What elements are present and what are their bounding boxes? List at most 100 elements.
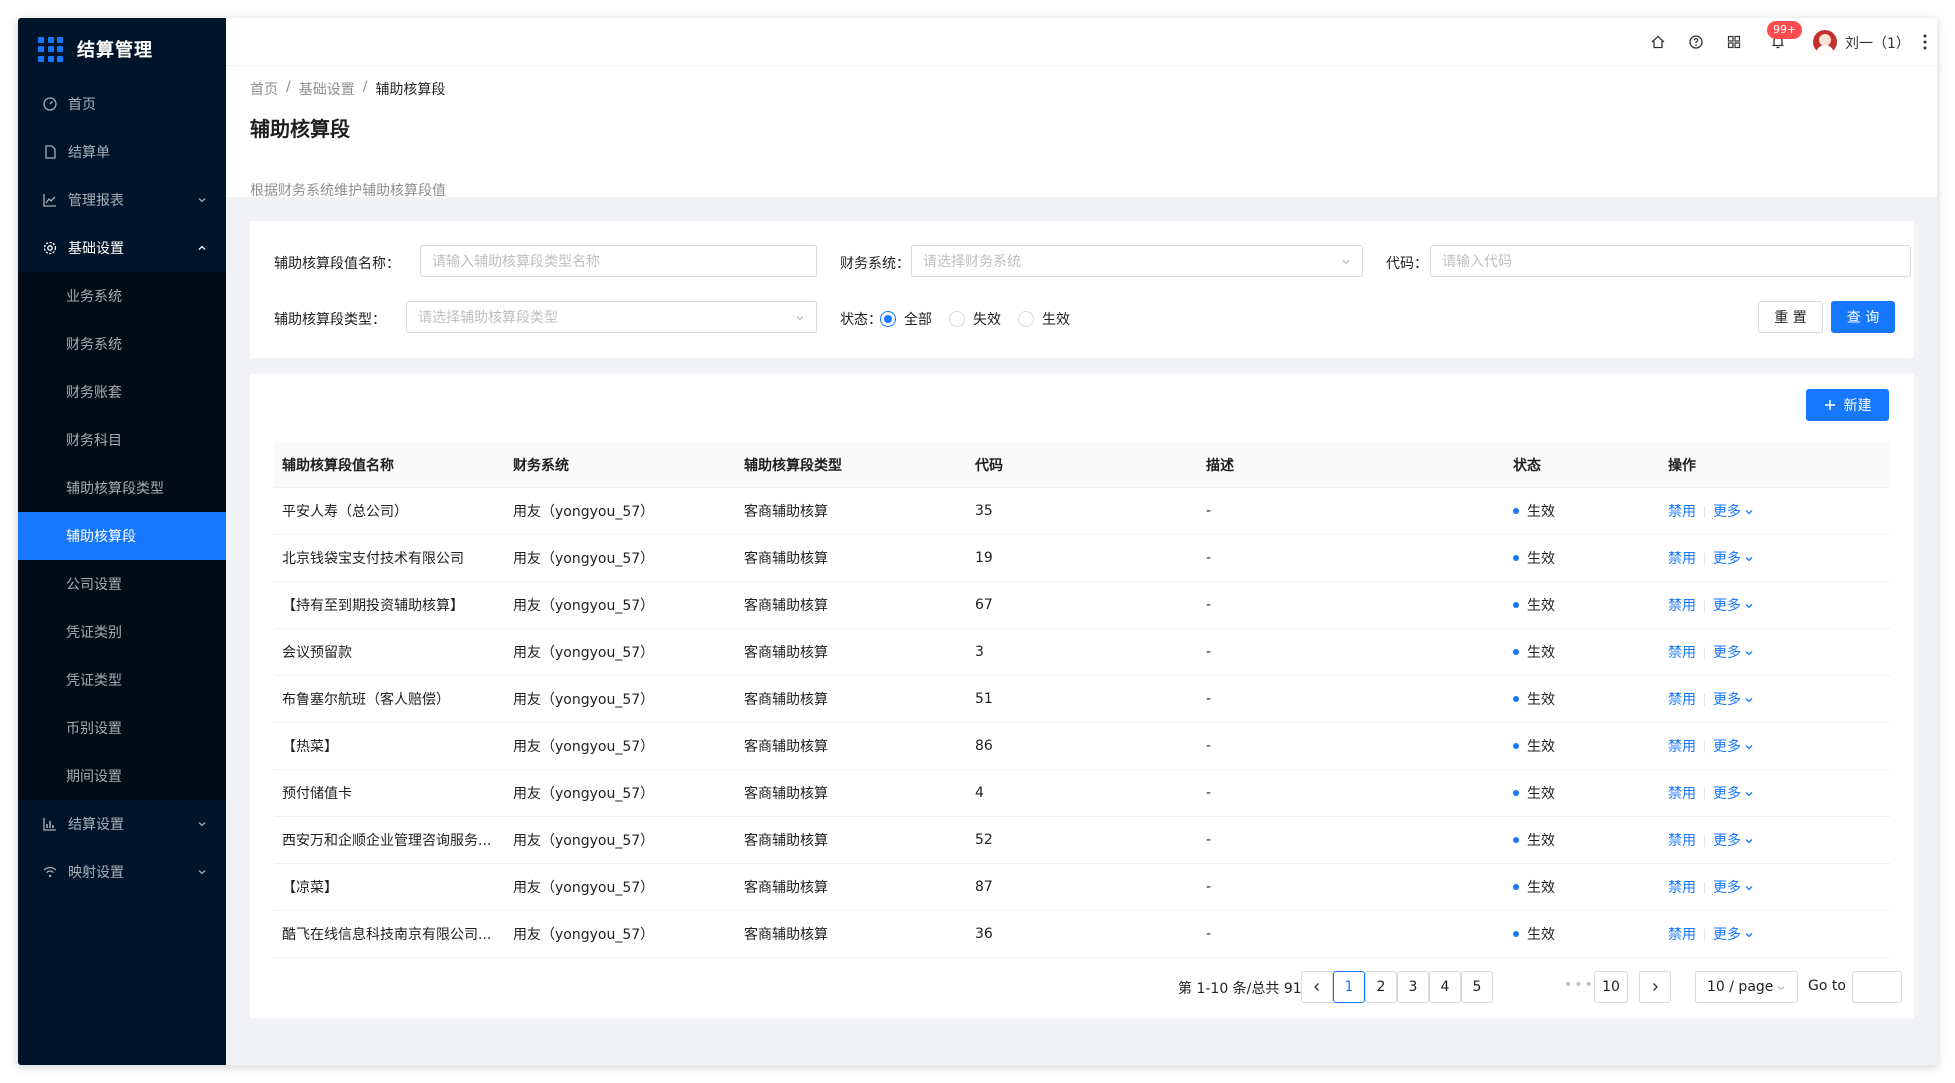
goto-input[interactable] [1852,971,1902,1003]
more-dropdown[interactable]: 更多 [1713,833,1754,849]
status-text: 生效 [1527,785,1555,802]
chevron-down-icon [1777,986,1785,991]
avatar[interactable] [1813,30,1837,54]
user-name[interactable]: 刘一（1） [1845,33,1910,53]
sidebar-item-business-system[interactable]: 业务系统 [18,272,226,320]
status-radio-invalid[interactable]: 失效 [949,309,1001,329]
col-header-desc: 描述 [1198,443,1505,488]
status-text: 生效 [1527,644,1555,661]
more-dropdown[interactable]: 更多 [1713,739,1754,755]
more-dropdown[interactable]: 更多 [1713,551,1754,567]
sidebar-item-company[interactable]: 公司设置 [18,560,226,608]
pagination-page-1[interactable]: 1 [1333,971,1365,1003]
more-dropdown[interactable]: 更多 [1713,645,1754,661]
cell-status: 生效 [1505,722,1660,770]
help-icon[interactable] [1688,34,1704,50]
disable-link[interactable]: 禁用 [1668,504,1696,520]
sidebar-item-basic-settings[interactable]: 基础设置 [18,224,226,272]
apps-grid-icon[interactable] [1726,34,1742,50]
chevron-down-icon [1745,932,1753,937]
cell-actions: 禁用 更多 [1660,722,1890,770]
more-dropdown[interactable]: 更多 [1713,927,1754,943]
more-dropdown[interactable]: 更多 [1713,786,1754,802]
cell-status: 生效 [1505,628,1660,676]
breadcrumb-home[interactable]: 首页 [250,79,278,99]
cell-desc: - [1198,910,1505,958]
col-header-code: 代码 [967,443,1198,488]
page-size-select[interactable]: 10 / page [1695,971,1798,1003]
more-label: 更多 [1713,503,1741,520]
page-description: 根据财务系统维护辅助核算段值 [250,183,446,199]
sidebar-item-finance-system[interactable]: 财务系统 [18,320,226,368]
pagination-page-2[interactable]: 2 [1365,971,1397,1003]
pagination-page-5[interactable]: 5 [1461,971,1493,1003]
cell-status: 生效 [1505,487,1660,535]
sidebar-item-voucher-category[interactable]: 凭证类别 [18,608,226,656]
sidebar: 结算管理 首页 结算单 管理报表 基础设置 业务系统 财务系统 财务账套 财务科… [18,18,226,1065]
sidebar-item-home[interactable]: 首页 [18,80,226,128]
reset-button[interactable]: 重 置 [1758,301,1823,333]
sidebar-item-settlement-settings[interactable]: 结算设置 [18,800,226,848]
system-select[interactable]: 请选择财务系统 [911,245,1363,277]
sidebar-item-finance-ledger[interactable]: 财务账套 [18,368,226,416]
status-dot-icon [1513,742,1519,749]
disable-link[interactable]: 禁用 [1668,880,1696,896]
pagination-page-3[interactable]: 3 [1397,971,1429,1003]
disable-link[interactable]: 禁用 [1668,598,1696,614]
cell-name: 预付储值卡 [274,769,505,817]
more-label: 更多 [1713,738,1741,755]
cell-desc: - [1198,628,1505,676]
name-input[interactable]: 请输入辅助核算段类型名称 [420,245,817,277]
action-divider [1704,646,1705,659]
sidebar-item-voucher-type[interactable]: 凭证类型 [18,656,226,704]
status-radio-all[interactable]: 全部 [880,309,932,329]
new-button[interactable]: 新建 [1806,389,1889,421]
status-dot-icon [1513,507,1519,514]
chevron-down-icon [1745,744,1753,749]
more-dropdown[interactable]: 更多 [1713,692,1754,708]
home-icon[interactable] [1650,34,1666,50]
disable-link[interactable]: 禁用 [1668,786,1696,802]
sidebar-item-settlement[interactable]: 结算单 [18,128,226,176]
col-header-type: 辅助核算段类型 [736,443,967,488]
pagination-page-4[interactable]: 4 [1429,971,1461,1003]
query-button[interactable]: 查 询 [1831,301,1895,333]
pagination-prev[interactable] [1301,971,1333,1003]
cell-desc: - [1198,769,1505,817]
status-radio-valid[interactable]: 生效 [1018,309,1070,329]
sidebar-item-aux-segment[interactable]: 辅助核算段 [18,512,226,560]
disable-link[interactable]: 禁用 [1668,692,1696,708]
cell-code: 3 [967,628,1198,676]
pagination-ellipsis[interactable]: ••• [1564,977,1595,993]
status-dot-icon [1513,695,1519,702]
more-dropdown[interactable]: 更多 [1713,504,1754,520]
cell-status: 生效 [1505,863,1660,911]
app-window: 结算管理 首页 结算单 管理报表 基础设置 业务系统 财务系统 财务账套 财务科… [18,18,1937,1065]
radio-icon [949,311,965,327]
more-vertical-icon[interactable] [1923,32,1927,52]
chevron-down-icon [1745,697,1753,702]
type-select[interactable]: 请选择辅助核算段类型 [406,301,817,333]
pagination-next[interactable] [1639,971,1671,1003]
sidebar-item-reports[interactable]: 管理报表 [18,176,226,224]
more-dropdown[interactable]: 更多 [1713,598,1754,614]
more-dropdown[interactable]: 更多 [1713,880,1754,896]
sidebar-item-mapping-settings[interactable]: 映射设置 [18,848,226,896]
sidebar-item-aux-segment-type[interactable]: 辅助核算段类型 [18,464,226,512]
disable-link[interactable]: 禁用 [1668,551,1696,567]
disable-link[interactable]: 禁用 [1668,833,1696,849]
disable-link[interactable]: 禁用 [1668,739,1696,755]
pagination-page-last[interactable]: 10 [1594,971,1628,1003]
table-row: 会议预留款 用友（yongyou_57） 客商辅助核算 3- 生效 禁用 更多 [274,628,1890,676]
sidebar-item-finance-account[interactable]: 财务科目 [18,416,226,464]
disable-link[interactable]: 禁用 [1668,927,1696,943]
sidebar-item-currency[interactable]: 币别设置 [18,704,226,752]
disable-link[interactable]: 禁用 [1668,645,1696,661]
sidebar-item-period[interactable]: 期间设置 [18,752,226,800]
breadcrumb-basic-settings[interactable]: 基础设置 [299,79,355,99]
cell-actions: 禁用 更多 [1660,910,1890,958]
code-input[interactable]: 请输入代码 [1430,245,1911,277]
cell-type: 客商辅助核算 [736,534,967,582]
chevron-down-icon [1745,556,1753,561]
cell-status: 生效 [1505,534,1660,582]
